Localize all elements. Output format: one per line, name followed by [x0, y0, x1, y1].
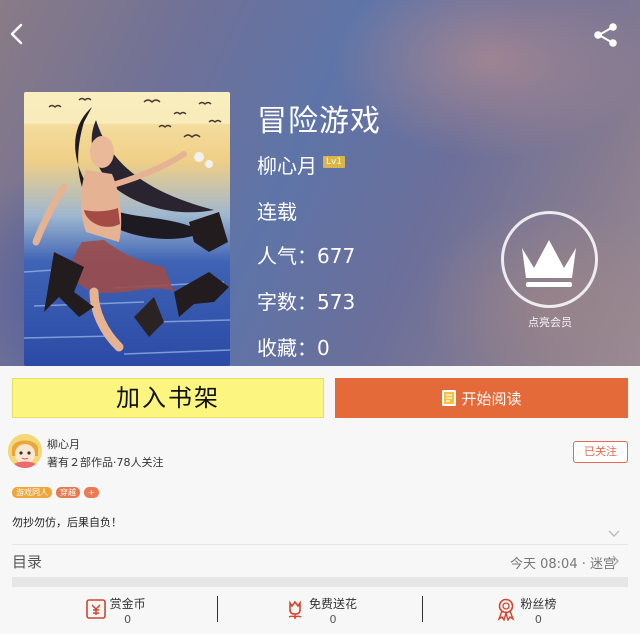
- word-count-value: 573: [317, 290, 356, 314]
- favorites-stat: 收藏：0: [257, 332, 330, 361]
- latest-chapter-link[interactable]: 今天 08:04 · 迷宫: [510, 553, 616, 572]
- toc-title[interactable]: 目录: [12, 551, 42, 572]
- author-level-badge: Lv1: [323, 155, 346, 168]
- fan-ranking-value: 0: [534, 613, 542, 626]
- crown-icon: [522, 240, 576, 287]
- reward-coins-item[interactable]: 赏金币 0: [12, 590, 217, 634]
- popularity-label: 人气：: [257, 244, 317, 268]
- favorites-value: 0: [317, 336, 330, 360]
- stats-divider: [217, 596, 218, 622]
- book-icon: [442, 390, 457, 406]
- start-reading-label: 开始阅读: [461, 389, 522, 408]
- share-icon: [594, 23, 617, 47]
- send-flower-label: 免费送花: [308, 597, 357, 611]
- vip-label: 点亮会员: [528, 316, 572, 329]
- vip-button[interactable]: [501, 211, 598, 308]
- author-row[interactable]: 柳心月 Lv1: [257, 150, 346, 179]
- flower-icon: [288, 600, 302, 619]
- book-status: 连载: [257, 200, 297, 224]
- chevron-left-icon: [10, 23, 23, 45]
- author-avatar[interactable]: [8, 434, 42, 468]
- back-button[interactable]: [6, 22, 28, 46]
- book-title: 冒险游戏: [257, 104, 381, 139]
- medal-icon: [497, 598, 515, 621]
- share-button[interactable]: [592, 22, 620, 48]
- favorites-label: 收藏：: [257, 336, 317, 360]
- tag-list: 游戏同人 穿越 +: [12, 487, 99, 498]
- tag-game-fanfic[interactable]: 游戏同人: [12, 487, 52, 498]
- tag-add[interactable]: +: [84, 487, 99, 498]
- section-separator: [12, 577, 628, 587]
- book-detail-page: 冒险游戏 柳心月 Lv1 连载 人气：677 字数：573 收藏：0 点亮会员 …: [0, 0, 640, 634]
- tag-time-travel[interactable]: 穿越: [56, 487, 80, 498]
- fan-ranking-item[interactable]: 粉丝榜 0: [423, 590, 628, 634]
- popularity-value: 677: [317, 244, 356, 268]
- author-card-name[interactable]: 柳心月: [47, 436, 80, 452]
- start-reading-button[interactable]: 开始阅读: [335, 378, 628, 418]
- add-to-shelf-button[interactable]: 加入书架: [12, 378, 324, 418]
- send-flower-value: 0: [329, 613, 337, 626]
- fan-ranking-label: 粉丝榜: [520, 597, 557, 611]
- word-count-label: 字数：: [257, 290, 317, 314]
- follow-button[interactable]: 已关注: [573, 441, 628, 463]
- chevron-down-icon[interactable]: [608, 530, 620, 538]
- gold-coin-icon: [85, 599, 106, 619]
- reward-coins-value: 0: [124, 613, 132, 626]
- word-count-stat: 字数：573: [257, 286, 355, 315]
- book-header: 冒险游戏 柳心月 Lv1 连载 人气：677 字数：573 收藏：0 点亮会员: [0, 0, 640, 366]
- divider: [12, 544, 628, 545]
- popularity-stat: 人气：677: [257, 240, 355, 269]
- author-name[interactable]: 柳心月: [257, 150, 317, 179]
- stats-divider: [422, 596, 423, 622]
- chevron-right-icon[interactable]: [612, 555, 620, 567]
- reward-coins-label: 赏金币: [109, 597, 146, 611]
- send-flower-item[interactable]: 免费送花 0: [217, 590, 422, 634]
- book-cover-image[interactable]: [24, 92, 230, 366]
- author-card-stats: 著有２部作品·78人关注: [47, 456, 164, 469]
- book-description: 勿抄勿仿，后果自负！: [12, 516, 122, 529]
- reward-stats-bar: 赏金币 0 免费送花 0 粉丝榜 0: [12, 590, 628, 634]
